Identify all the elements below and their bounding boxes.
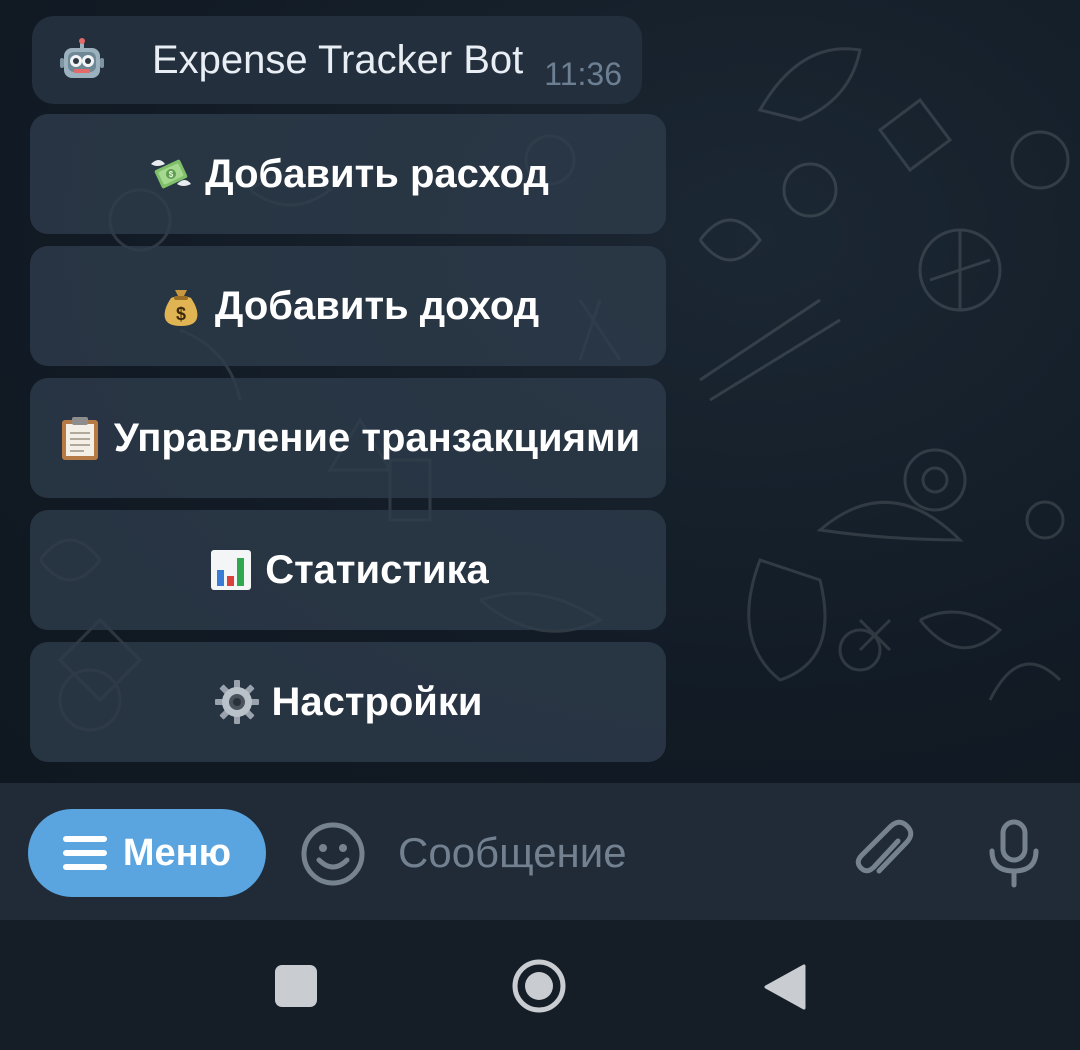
menu-button-label: Меню	[122, 831, 232, 874]
gear-icon	[215, 680, 260, 724]
statistics-button[interactable]: Статистика	[30, 510, 666, 630]
message-text: Expense Tracker Bot	[152, 38, 524, 82]
settings-button[interactable]: Настройки	[30, 642, 666, 762]
message-input[interactable]	[398, 813, 828, 893]
emoji-icon[interactable]	[300, 821, 366, 887]
back-triangle-icon[interactable]	[762, 963, 806, 1011]
clipboard-icon	[61, 417, 98, 460]
money-with-wings-icon: $	[151, 159, 192, 189]
system-nav-bar	[0, 920, 1080, 1050]
money-bag-icon: $	[164, 290, 198, 326]
add-income-label: Добавить доход	[214, 283, 540, 328]
chat-area[interactable]: Expense Tracker Bot 11:36 $ Добавить рас…	[0, 0, 1080, 783]
recents-square-icon[interactable]	[275, 965, 317, 1007]
microphone-icon[interactable]	[986, 819, 1042, 889]
robot-face-icon	[60, 38, 104, 78]
settings-label: Настройки	[271, 679, 483, 724]
svg-text:$: $	[176, 304, 186, 324]
svg-text:$: $	[169, 170, 174, 179]
add-expense-button[interactable]: $ Добавить расход	[30, 114, 666, 234]
message-time: 11:36	[544, 56, 622, 92]
bar-chart-icon	[211, 550, 252, 590]
menu-button[interactable]: Меню	[28, 809, 266, 897]
manage-transactions-label: Управление транзакциями	[113, 415, 641, 460]
manage-transactions-button[interactable]: Управление транзакциями	[30, 378, 666, 498]
paperclip-icon[interactable]	[852, 819, 916, 889]
message-bubble[interactable]: Expense Tracker Bot 11:36	[32, 16, 642, 104]
home-circle-icon[interactable]	[511, 958, 567, 1014]
message-input-bar: Меню	[0, 783, 1080, 920]
add-income-button[interactable]: $ Добавить доход	[30, 246, 666, 366]
hamburger-icon	[62, 836, 107, 870]
statistics-label: Статистика	[265, 547, 489, 592]
add-expense-label: Добавить расход	[205, 151, 549, 196]
